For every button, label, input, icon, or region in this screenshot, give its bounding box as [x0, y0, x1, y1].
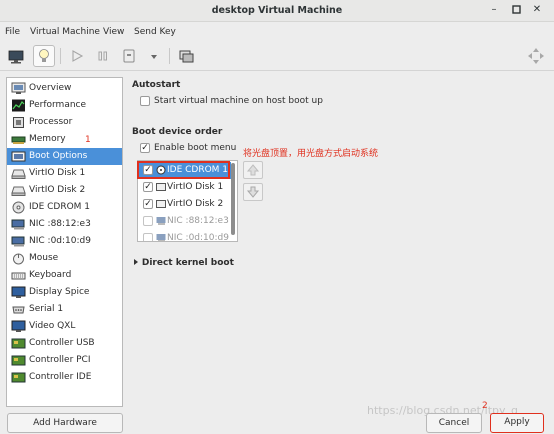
nic-icon	[11, 235, 26, 248]
sidebar-item-boot-options[interactable]: Boot Options	[7, 148, 122, 165]
clone-icon[interactable]	[175, 45, 197, 67]
menu-view[interactable]: View	[103, 27, 124, 37]
move-up-button[interactable]	[243, 161, 263, 179]
play-icon[interactable]	[66, 45, 88, 67]
monitor-icon[interactable]	[5, 45, 27, 67]
sidebar-item-controller-usb[interactable]: Controller USB	[7, 335, 122, 352]
disk-icon	[156, 182, 166, 192]
sidebar-item-video-qxl[interactable]: Video QXL	[7, 318, 122, 335]
enable-boot-menu-label: Enable boot menu	[154, 143, 237, 153]
arrow-down-icon	[246, 186, 260, 198]
dropdown-arrow-icon[interactable]	[143, 45, 165, 67]
lightbulb-icon[interactable]	[33, 45, 55, 67]
memory-icon	[11, 133, 26, 146]
boot-order-heading: Boot device order	[132, 127, 223, 137]
arrow-up-icon	[246, 164, 260, 176]
cdrom-highlight-box	[137, 161, 230, 179]
nic-icon	[156, 216, 166, 226]
maximize-button[interactable]	[510, 4, 522, 16]
direct-kernel-boot-label: Direct kernel boot	[141, 258, 234, 268]
sidebar-item-virtio-disk-1[interactable]: VirtIO Disk 1	[7, 165, 122, 182]
hardware-list: Overview Performance Processor Memory Bo…	[6, 77, 123, 407]
apply-button[interactable]: Apply	[490, 413, 544, 433]
sidebar-item-controller-ide[interactable]: Controller IDE	[7, 369, 122, 386]
boot-device-checkbox[interactable]: ✓	[143, 182, 153, 192]
scrollbar-thumb[interactable]	[231, 163, 235, 235]
add-hardware-button[interactable]: Add Hardware	[7, 413, 123, 433]
controller-icon	[11, 371, 26, 384]
sidebar-item-processor[interactable]: Processor	[7, 114, 122, 131]
controller-icon	[11, 337, 26, 350]
video-icon	[11, 320, 26, 333]
boot-device-checkbox[interactable]: ✓	[143, 199, 153, 209]
controller-icon	[11, 354, 26, 367]
annotation-step-2: 2	[482, 401, 488, 411]
pause-icon[interactable]	[92, 45, 114, 67]
boot-device-checkbox[interactable]	[143, 233, 153, 241]
autostart-heading: Autostart	[132, 80, 181, 90]
cancel-button[interactable]: Cancel	[426, 413, 482, 433]
sidebar-item-memory[interactable]: Memory	[7, 131, 122, 148]
expander-arrow-icon	[134, 259, 138, 265]
sidebar-item-nic-88-12-e3[interactable]: NIC :88:12:e3	[7, 216, 122, 233]
power-icon[interactable]	[118, 45, 140, 67]
toolbar	[0, 41, 554, 71]
sidebar-item-virtio-disk-2[interactable]: VirtIO Disk 2	[7, 182, 122, 199]
disk-icon	[156, 199, 166, 209]
performance-icon	[11, 99, 26, 112]
boot-device-nic-0d-10-d9[interactable]: NIC :0d:10:d9	[138, 230, 231, 241]
menu-bar: File Virtual Machine View Send Key	[0, 23, 554, 41]
menu-file[interactable]: File	[5, 27, 20, 37]
title-bar: desktop Virtual Machine – ✕	[0, 0, 554, 22]
boot-list-scrollbar[interactable]	[230, 161, 236, 239]
sidebar-item-nic-0d-10-d9[interactable]: NIC :0d:10:d9	[7, 233, 122, 250]
sidebar-item-keyboard[interactable]: Keyboard	[7, 267, 122, 284]
disk-icon	[11, 167, 26, 180]
move-down-button[interactable]	[243, 183, 263, 201]
enable-boot-menu-checkbox[interactable]: ✓	[140, 143, 150, 153]
nic-icon	[156, 233, 166, 241]
menu-virtual-machine[interactable]: Virtual Machine	[30, 27, 100, 37]
sidebar-item-controller-pci[interactable]: Controller PCI	[7, 352, 122, 369]
fullscreen-icon[interactable]	[525, 45, 547, 67]
boot-options-icon	[11, 150, 26, 163]
nic-icon	[11, 218, 26, 231]
boot-device-virtio-disk-1[interactable]: ✓ VirtIO Disk 1	[138, 179, 231, 196]
sidebar-item-serial-1[interactable]: Serial 1	[7, 301, 122, 318]
disk-icon	[11, 184, 26, 197]
boot-device-nic-88-12-e3[interactable]: NIC :88:12:e3	[138, 213, 231, 230]
boot-annotation: 将光盘顶置，用光盘方式启动系统	[243, 149, 379, 159]
autostart-checkbox[interactable]	[140, 96, 150, 106]
processor-icon	[11, 116, 26, 129]
serial-icon	[11, 303, 26, 316]
boot-options-panel: Autostart Start virtual machine on host …	[128, 77, 554, 407]
sidebar-item-ide-cdrom-1[interactable]: IDE CDROM 1	[7, 199, 122, 216]
sidebar-item-display-spice[interactable]: Display Spice	[7, 284, 122, 301]
close-button[interactable]: ✕	[531, 4, 543, 16]
menu-send-key[interactable]: Send Key	[134, 27, 176, 37]
annotation-step-1: 1	[85, 135, 91, 145]
window-title: desktop Virtual Machine	[211, 5, 343, 16]
cdrom-icon	[11, 201, 26, 214]
sidebar-item-mouse[interactable]: Mouse	[7, 250, 122, 267]
minimize-button[interactable]: –	[488, 4, 500, 16]
boot-device-virtio-disk-2[interactable]: ✓ VirtIO Disk 2	[138, 196, 231, 213]
boot-device-checkbox[interactable]	[143, 216, 153, 226]
display-icon	[11, 286, 26, 299]
autostart-label: Start virtual machine on host boot up	[154, 96, 323, 106]
keyboard-icon	[11, 269, 26, 282]
direct-kernel-boot-expander[interactable]: Direct kernel boot	[133, 258, 234, 268]
mouse-icon	[11, 252, 26, 265]
sidebar-item-performance[interactable]: Performance	[7, 97, 122, 114]
overview-icon	[11, 82, 26, 95]
sidebar-item-overview[interactable]: Overview	[7, 80, 122, 97]
